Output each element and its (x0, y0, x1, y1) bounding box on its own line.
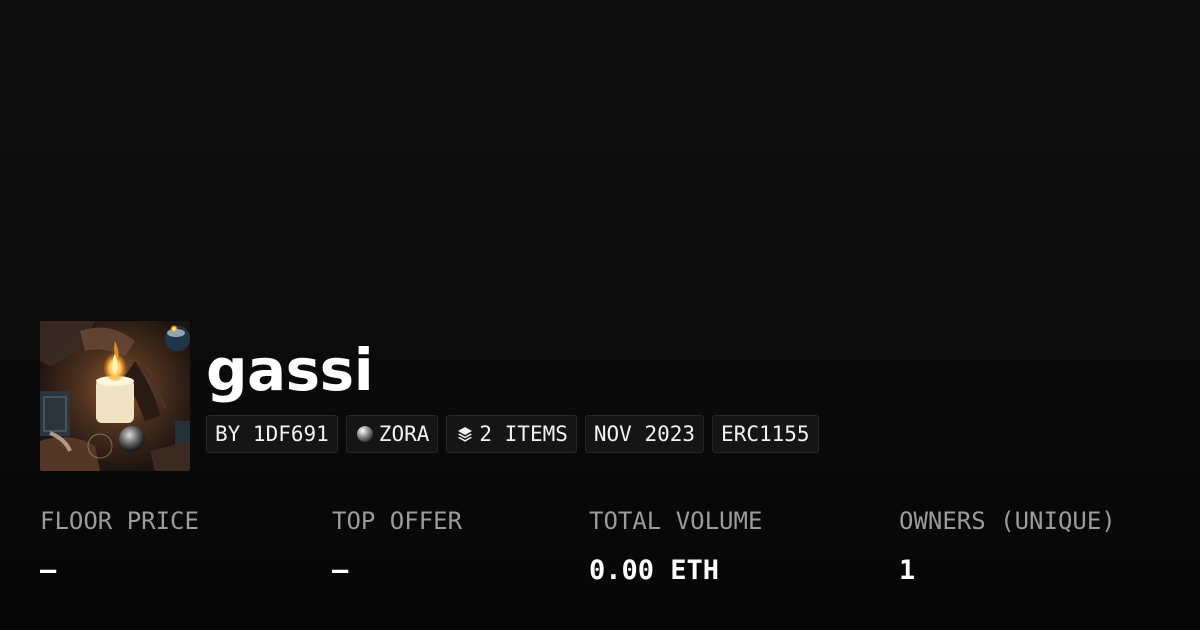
stat-owners: OWNERS (UNIQUE) 1 (899, 503, 1116, 589)
creator-label: BY 1DF691 (215, 422, 329, 446)
stat-label: OWNERS (UNIQUE) (899, 507, 1116, 535)
candle-ritual-artwork (40, 321, 190, 471)
stat-value: 1 (899, 555, 916, 586)
stat-label: FLOOR PRICE (40, 507, 199, 535)
layers-icon (455, 424, 475, 444)
stat-label: TOTAL VOLUME (589, 507, 763, 535)
standard-label: ERC1155 (721, 422, 810, 446)
stat-label: TOP OFFER (332, 507, 463, 535)
stat-floor-price: FLOOR PRICE – (40, 503, 199, 589)
standard-badge: ERC1155 (712, 415, 819, 453)
stat-top-offer: TOP OFFER – (332, 503, 462, 589)
stat-value: – (332, 555, 349, 586)
stat-total-volume: TOTAL VOLUME 0.00 ETH (589, 503, 762, 589)
date-badge: NOV 2023 (584, 415, 705, 453)
items-badge[interactable]: 2 ITEMS (446, 415, 577, 453)
stat-value: 0.00 ETH (589, 555, 720, 586)
items-label: 2 ITEMS (479, 422, 568, 446)
collection-badges: BY 1DF691 ZORA 2 ITEMS NOV 2023 ERC1155 (206, 415, 819, 453)
creator-badge[interactable]: BY 1DF691 (206, 415, 338, 453)
chain-label: ZORA (378, 422, 430, 446)
chain-badge[interactable]: ZORA (345, 415, 439, 453)
stat-value: – (40, 555, 57, 586)
collection-cover-image (40, 321, 190, 471)
collection-stats: FLOOR PRICE – TOP OFFER – TOTAL VOLUME 0… (0, 0, 1200, 630)
collection-title: gassi (206, 336, 374, 404)
date-label: NOV 2023 (593, 422, 696, 446)
zora-orb-icon (355, 424, 375, 444)
